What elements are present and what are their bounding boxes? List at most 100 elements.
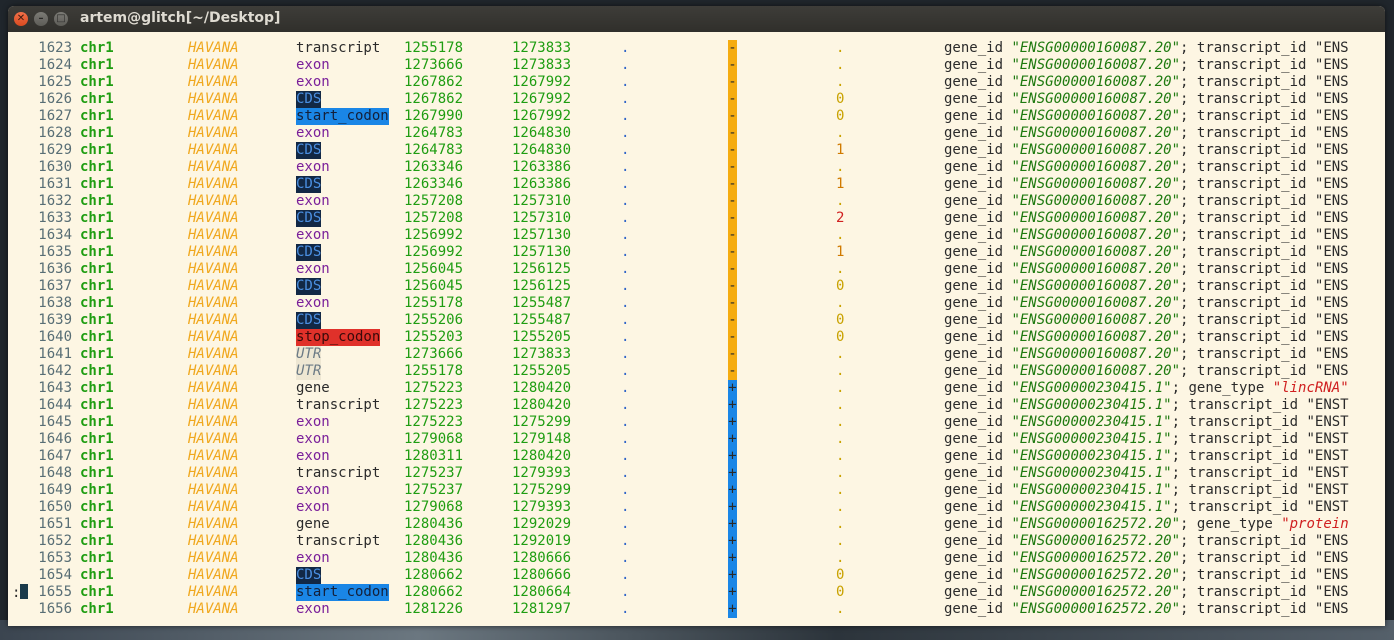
end-cell: 1255487 — [512, 295, 572, 311]
end-cell: 1292029 — [512, 516, 572, 532]
maximize-icon[interactable]: □ — [54, 12, 68, 26]
frame-cell: 0 — [836, 91, 845, 107]
attr-tail: ; transcript_id "ENST — [1171, 431, 1349, 447]
minimize-icon[interactable]: – — [34, 12, 48, 26]
attribute-cell: gene_id "ENSG00000160087.20"; transcript… — [944, 193, 1349, 210]
frame-cell: 1 — [836, 244, 845, 260]
chrom-cell: chr1 — [80, 329, 114, 345]
table-row: 1656 chr1 HAVANA exon 1281226 1281297. +. gene_… — [8, 601, 1385, 618]
strand-cell: - — [728, 261, 737, 278]
table-row: 1642 chr1 HAVANA UTR 1255178 1255205. -. gene_i… — [8, 363, 1385, 380]
chrom-cell: chr1 — [80, 482, 114, 498]
end-cell: 1263386 — [512, 159, 572, 175]
frame-cell: . — [836, 465, 845, 481]
terminal-window: ✕ – □ artem@glitch[~/Desktop] 1623 chr1 HA… — [8, 6, 1385, 626]
feature-cell: gene — [296, 380, 330, 396]
attr-tail: ; transcript_id "ENST — [1171, 414, 1349, 430]
table-row: 1629 chr1 HAVANA CDS 1264783 1264830. - 1 gene_i… — [8, 142, 1385, 159]
attribute-cell: gene_id "ENSG00000230415.1"; transcript_… — [944, 465, 1349, 482]
attribute-cell: gene_id "ENSG00000230415.1"; transcript_… — [944, 448, 1349, 465]
start-cell: 1256992 — [404, 244, 464, 260]
score-cell: . — [621, 329, 630, 345]
frame-cell: 0 — [836, 278, 845, 294]
title-bar[interactable]: ✕ – □ artem@glitch[~/Desktop] — [8, 6, 1385, 32]
chrom-cell: chr1 — [80, 346, 114, 362]
attr-key: gene_id — [944, 142, 1004, 158]
strand-cell: + — [728, 584, 737, 601]
table-row: 1634 chr1 HAVANA exon 1256992 1257130. -. gene_… — [8, 227, 1385, 244]
feature-cell: exon — [296, 193, 330, 209]
close-icon[interactable]: ✕ — [14, 12, 28, 26]
line-number: 1632 — [38, 193, 72, 209]
line-number: 1625 — [38, 74, 72, 90]
start-cell: 1267862 — [404, 91, 464, 107]
source-cell: HAVANA — [188, 550, 239, 566]
source-cell: HAVANA — [188, 244, 239, 260]
feature-cell: transcript — [296, 465, 381, 481]
attr-tail: ; transcript_id "ENS — [1180, 125, 1349, 141]
start-cell: 1267990 — [404, 108, 464, 124]
attr-tail: ; transcript_id "ENS — [1180, 584, 1349, 600]
attribute-cell: gene_id "ENSG00000162572.20"; transcript… — [944, 567, 1349, 584]
feature-cell: exon — [296, 482, 330, 498]
table-row: 1636 chr1 HAVANA exon 1256045 1256125. -. gene_… — [8, 261, 1385, 278]
line-number: 1628 — [38, 125, 72, 141]
chrom-cell: chr1 — [80, 516, 114, 532]
attr-tail: ; transcript_id "ENS — [1180, 176, 1349, 192]
table-row: 1630 chr1 HAVANA exon 1263346 1263386. -. gene_… — [8, 159, 1385, 176]
frame-cell: 0 — [836, 567, 845, 583]
end-cell: 1280666 — [512, 567, 572, 583]
attr-key: gene_id — [944, 397, 1004, 413]
table-row: 1625 chr1 HAVANA exon 1267862 1267992. -. gene_… — [8, 74, 1385, 91]
source-cell: HAVANA — [188, 567, 239, 583]
frame-cell: . — [836, 363, 845, 379]
strand-cell: - — [728, 312, 737, 329]
source-cell: HAVANA — [188, 91, 239, 107]
frame-cell: . — [836, 57, 845, 73]
feature-cell: exon — [296, 57, 330, 73]
strand-cell: + — [728, 567, 737, 584]
end-cell: 1280666 — [512, 550, 572, 566]
source-cell: HAVANA — [188, 414, 239, 430]
pager-prompt[interactable]: : — [12, 584, 29, 602]
attr-key: gene_id — [944, 584, 1004, 600]
feature-cell: CDS — [296, 312, 322, 329]
score-cell: . — [621, 176, 630, 192]
table-row: 1628 chr1 HAVANA exon 1264783 1264830. -. gene_… — [8, 125, 1385, 142]
end-cell: 1281297 — [512, 601, 572, 617]
line-number: 1626 — [38, 91, 72, 107]
attribute-cell: gene_id "ENSG00000230415.1"; transcript_… — [944, 431, 1349, 448]
frame-cell: . — [836, 431, 845, 447]
strand-cell: - — [728, 244, 737, 261]
frame-cell: 2 — [836, 210, 845, 226]
feature-cell: exon — [296, 74, 330, 90]
line-number: 1633 — [38, 210, 72, 226]
end-cell: 1256125 — [512, 278, 572, 294]
chrom-cell: chr1 — [80, 448, 114, 464]
feature-cell: UTR — [296, 346, 322, 363]
start-cell: 1275223 — [404, 397, 464, 413]
score-cell: . — [621, 363, 630, 379]
chrom-cell: chr1 — [80, 465, 114, 481]
terminal-output[interactable]: 1623 chr1 HAVANA transcript 1255178 1273833. -… — [8, 32, 1385, 626]
strand-cell: - — [728, 227, 737, 244]
chrom-cell: chr1 — [80, 414, 114, 430]
score-cell: . — [621, 295, 630, 311]
feature-cell: exon — [296, 227, 330, 243]
gene-id-value: "ENSG00000160087.20" — [1011, 142, 1181, 158]
source-cell: HAVANA — [188, 142, 239, 158]
attr-key: gene_id — [944, 346, 1004, 362]
feature-cell: exon — [296, 125, 330, 141]
start-cell: 1257208 — [404, 193, 464, 209]
attr-key: gene_id — [944, 91, 1004, 107]
source-cell: HAVANA — [188, 380, 239, 396]
start-cell: 1279068 — [404, 499, 464, 515]
source-cell: HAVANA — [188, 363, 239, 379]
gene-id-value: "ENSG00000230415.1" — [1011, 380, 1172, 396]
line-number: 1650 — [38, 499, 72, 515]
feature-cell: stop_codon — [296, 329, 381, 346]
attr-key: gene_id — [944, 261, 1004, 277]
gene-id-value: "ENSG00000162572.20" — [1011, 584, 1181, 600]
score-cell: . — [621, 278, 630, 294]
gene-id-value: "ENSG00000162572.20" — [1011, 516, 1181, 532]
